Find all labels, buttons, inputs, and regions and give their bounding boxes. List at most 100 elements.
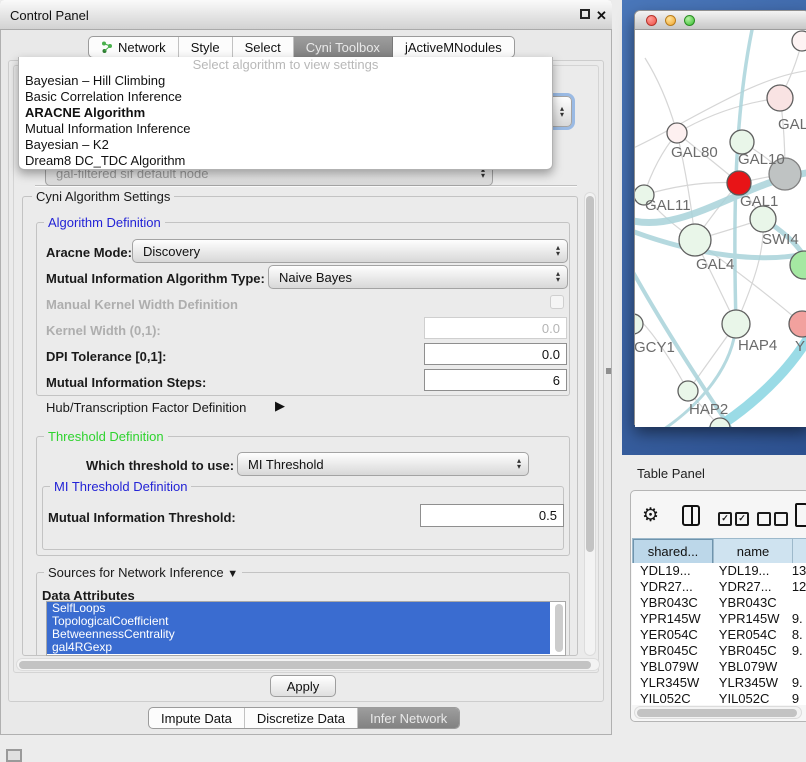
combo-spinner-icon: ▴▾	[517, 458, 521, 470]
network-node	[722, 310, 750, 338]
settings-vertical-scrollbar[interactable]	[584, 192, 596, 656]
combo-spinner-icon: ▴▾	[556, 245, 560, 257]
control-panel-titlebar	[0, 0, 612, 30]
tab-style[interactable]: Style	[179, 37, 233, 57]
mi-steps-field[interactable]: 6	[424, 369, 567, 391]
tab-jactivemnodules[interactable]: jActiveMNodules	[393, 37, 514, 57]
tab-cyni-toolbox[interactable]: Cyni Toolbox	[294, 37, 393, 57]
mi-threshold-field[interactable]: 0.5	[420, 504, 564, 527]
table-panel-title: Table Panel	[637, 466, 705, 481]
zoom-traffic-light[interactable]	[684, 15, 695, 26]
expand-arrow-icon[interactable]: ▶	[275, 398, 285, 414]
node-label: GAL4	[696, 256, 734, 273]
node-label: GAL80	[671, 144, 718, 161]
column-header-name[interactable]: name	[714, 538, 793, 565]
algorithm-definition-title: Algorithm Definition	[44, 215, 165, 230]
list-scrollbar-thumb[interactable]	[555, 604, 563, 652]
table-row[interactable]: YER054CYER054C8.	[632, 627, 806, 643]
dpi-tolerance-field[interactable]: 0.0	[424, 343, 567, 365]
manual-kernel-checkbox	[550, 295, 564, 309]
control-panel-tabs: Network Style Select Cyni Toolbox jActiv…	[88, 36, 515, 58]
dropdown-item[interactable]: Basic Correlation Inference	[19, 89, 552, 105]
minimize-traffic-light[interactable]	[665, 15, 676, 26]
apply-button[interactable]: Apply	[270, 675, 336, 697]
tab-discretize-data[interactable]: Discretize Data	[245, 708, 358, 728]
table-row[interactable]: YPR145WYPR145W9.	[632, 611, 806, 627]
aracne-mode-combo[interactable]: Discovery ▴▾	[132, 239, 568, 263]
network-node	[635, 314, 643, 334]
dropdown-item[interactable]: Bayesian – K2	[19, 137, 552, 153]
which-threshold-label: Which threshold to use:	[86, 458, 234, 473]
network-node	[679, 224, 711, 256]
sources-group-title: Sources for Network Inference ▼	[44, 565, 242, 580]
network-canvas[interactable]: GAL80 GAL10 GAL1 GAL11 SWI4 GAL4 GCY1 HA…	[635, 30, 806, 427]
which-threshold-value: MI Threshold	[248, 457, 324, 472]
combo-spinner-icon: ▴▾	[556, 271, 560, 283]
algorithm-dropdown-popup: Select algorithm to view settings Bayesi…	[18, 57, 553, 170]
node-label: GAL	[778, 116, 806, 133]
aracne-mode-label: Aracne Mode:	[46, 245, 132, 260]
scrollbar-thumb[interactable]	[19, 661, 591, 669]
hub-section-label[interactable]: Hub/Transcription Factor Definition	[46, 400, 246, 415]
cyni-algorithm-settings-title: Cyni Algorithm Settings	[32, 189, 174, 204]
tab-select[interactable]: Select	[233, 37, 294, 57]
minimized-panel-icon[interactable]	[6, 749, 22, 762]
scrollbar-thumb[interactable]	[637, 709, 797, 717]
table-row[interactable]: YBL079WYBL079W	[632, 659, 806, 675]
dropdown-item[interactable]: Mutual Information Inference	[19, 121, 552, 137]
mi-algorithm-type-combo[interactable]: Naive Bayes ▴▾	[268, 265, 568, 289]
columns-icon[interactable]	[682, 505, 700, 526]
column-header-cut[interactable]	[793, 538, 806, 565]
network-graph: GAL80 GAL10 GAL1 GAL11 SWI4 GAL4 GCY1 HA…	[635, 30, 806, 427]
table-row[interactable]: YDR27...YDR27...12	[632, 579, 806, 595]
kernel-width-label: Kernel Width (0,1):	[46, 323, 161, 338]
table-row[interactable]: YBR043CYBR043C	[632, 595, 806, 611]
tab-infer-network[interactable]: Infer Network	[358, 708, 459, 728]
tab-select-label: Select	[245, 40, 281, 55]
tab-cyni-toolbox-label: Cyni Toolbox	[306, 40, 380, 55]
table-body: YDL19...YDL19...13 YDR27...YDR27...12 YB…	[632, 563, 806, 705]
node-label: HAP4	[738, 337, 777, 354]
settings-horizontal-scrollbar[interactable]	[16, 658, 600, 671]
network-node	[678, 381, 698, 401]
screen: Control Panel ✕ Network Style Select Cyn…	[0, 0, 806, 762]
document-icon[interactable]	[795, 503, 806, 527]
mi-threshold-label: Mutual Information Threshold:	[48, 510, 236, 525]
network-icon	[101, 41, 113, 53]
dropdown-item[interactable]: Bayesian – Hill Climbing	[19, 73, 552, 89]
close-traffic-light[interactable]	[646, 15, 657, 26]
splitter-handle[interactable]	[606, 368, 611, 374]
tab-impute-data[interactable]: Impute Data	[149, 708, 245, 728]
node-label: GAL1	[740, 193, 778, 210]
tab-style-label: Style	[191, 40, 220, 55]
dropdown-item-selected[interactable]: ARACNE Algorithm	[19, 105, 552, 121]
collapse-arrow-icon[interactable]: ▼	[227, 568, 238, 580]
list-item[interactable]: BetweennessCentrality	[47, 628, 550, 641]
gear-icon[interactable]: ⚙	[642, 504, 659, 527]
select-all-checkboxes-icon[interactable]: ✓✓	[718, 512, 749, 526]
close-icon[interactable]: ✕	[596, 9, 607, 22]
deselect-all-checkboxes-icon[interactable]	[757, 512, 788, 526]
table-row[interactable]: YIL052CYIL052C9	[632, 691, 806, 705]
scrollbar-thumb[interactable]	[586, 196, 594, 552]
column-header-shared-name[interactable]: shared...	[632, 538, 714, 565]
network-window-titlebar	[635, 11, 806, 30]
table-row[interactable]: YLR345WYLR345W9.	[632, 675, 806, 691]
manual-kernel-label: Manual Kernel Width Definition	[46, 297, 238, 312]
node-label: HAP2	[689, 401, 728, 418]
table-horizontal-scrollbar[interactable]	[634, 706, 802, 719]
combo-spinner-icon: ▴▾	[560, 106, 564, 118]
node-label: GCY1	[635, 339, 675, 356]
table-row[interactable]: YBR045CYBR045C9.	[632, 643, 806, 659]
which-threshold-combo[interactable]: MI Threshold ▴▾	[237, 452, 529, 476]
table-row[interactable]: YDL19...YDL19...13	[632, 563, 806, 579]
dropdown-item[interactable]: Dream8 DC_TDC Algorithm	[19, 153, 552, 169]
tab-network[interactable]: Network	[89, 37, 179, 57]
network-window: GAL80 GAL10 GAL1 GAL11 SWI4 GAL4 GCY1 HA…	[634, 10, 806, 425]
float-window-icon[interactable]	[580, 9, 590, 19]
tab-discretize-data-label: Discretize Data	[257, 711, 345, 726]
aracne-mode-value: Discovery	[143, 244, 200, 259]
sources-title-text: Sources for Network Inference	[48, 565, 224, 580]
list-item[interactable]: gal4RGexp	[47, 641, 550, 654]
tab-network-label: Network	[118, 40, 166, 55]
